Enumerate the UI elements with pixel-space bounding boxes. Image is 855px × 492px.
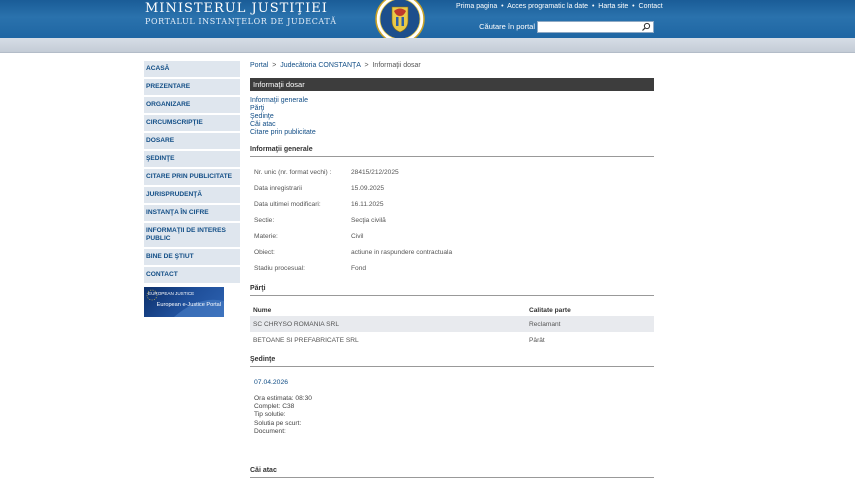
- section-heading-parti: Părţi: [250, 285, 654, 296]
- sedinta-tip-solutie: Tip solutie:: [254, 411, 286, 419]
- link-separator: •: [590, 3, 597, 10]
- section-anchors: Informaţii generale Părţi Şedinţe Căi at…: [250, 97, 654, 137]
- menu-item-circumscriptie[interactable]: CIRCUMSCRIPŢIE: [144, 115, 240, 131]
- link-prima-pagina[interactable]: Prima pagina: [456, 3, 497, 10]
- breadcrumb-court[interactable]: Judecătoria CONSTANŢA: [280, 62, 360, 69]
- info-value: Secţia civilă: [351, 216, 386, 224]
- menu-item-citare[interactable]: CITARE PRIN PUBLICITATE: [144, 169, 240, 185]
- search-label: Căutare în portal: [479, 22, 535, 31]
- section-heading-cai-atac: Căi atac: [250, 467, 654, 479]
- table-header: Nume Calitate parte: [250, 304, 654, 316]
- link-contact[interactable]: Contact: [639, 3, 663, 10]
- info-row: Nr. unic (nr. format vechi) : 28415/212/…: [250, 164, 654, 180]
- sedinta-complet: Complet: C38: [254, 403, 295, 411]
- breadcrumb-separator: >: [270, 62, 279, 69]
- site-subtitle: PORTALUL INSTANŢELOR DE JUDECATĂ: [145, 17, 337, 26]
- search-icon[interactable]: [641, 22, 651, 32]
- breadcrumb: Portal > Judecătoria CONSTANŢA > Informa…: [250, 62, 654, 72]
- main-menu: ACASĂ PREZENTARE ORGANIZARE CIRCUMSCRIPŢ…: [144, 61, 240, 285]
- menu-item-instanta-in-cifre[interactable]: INSTANŢA ÎN CIFRE: [144, 205, 240, 221]
- info-label: Nr. unic (nr. format vechi) :: [254, 168, 332, 176]
- sedinta-details: Ora estimata: 08:30 Complet: C38 Tip sol…: [250, 395, 654, 436]
- page-title: Informaţii dosar: [250, 78, 654, 91]
- menu-item-informatii-interes-public[interactable]: INFORMAŢII DE INTERES PUBLIC: [144, 223, 240, 247]
- link-acces-programatic[interactable]: Acces programatic la date: [507, 3, 588, 10]
- menu-item-contact[interactable]: CONTACT: [144, 267, 240, 283]
- anchor-cai-atac[interactable]: Căi atac: [250, 121, 654, 129]
- anchor-parti[interactable]: Părţi: [250, 105, 654, 113]
- info-value: actiune in raspundere contractuala: [351, 248, 453, 256]
- breadcrumb-separator: >: [362, 62, 371, 69]
- sedinta-ora: Ora estimata: 08:30: [254, 395, 312, 402]
- ejustice-label-top: EUROPEAN JUSTICE: [148, 291, 195, 296]
- site-title[interactable]: MINISTERUL JUSTIŢIEI: [145, 1, 328, 16]
- info-row: Data inregistrarii 15.09.2025: [250, 180, 654, 196]
- info-label: Sectie:: [254, 216, 275, 224]
- info-table: Nr. unic (nr. format vechi) : 28415/212/…: [250, 164, 654, 276]
- column-header-calitate: Calitate parte: [529, 306, 571, 314]
- info-label: Data inregistrarii: [254, 184, 303, 192]
- main-content: Portal > Judecătoria CONSTANŢA > Informa…: [250, 62, 654, 479]
- sedinta-solutie: Solutia pe scurt:: [254, 419, 302, 427]
- breadcrumb-current: Informaţii dosar: [372, 62, 421, 69]
- anchor-informatii-generale[interactable]: Informaţii generale: [250, 97, 654, 105]
- table-row: BETOANE SI PREFABRICATE SRL Pârât: [250, 332, 654, 348]
- anchor-citare[interactable]: Citare prin publicitate: [250, 129, 654, 137]
- column-header-nume: Nume: [253, 306, 272, 314]
- breadcrumb-portal[interactable]: Portal: [250, 62, 268, 69]
- party-name: SC CHRYSO ROMANIA SRL: [253, 320, 339, 328]
- menu-item-sedinte[interactable]: ŞEDINŢE: [144, 151, 240, 167]
- info-value: 16.11.2025: [351, 200, 384, 208]
- menu-item-dosare[interactable]: DOSARE: [144, 133, 240, 149]
- sedinta-date: 07.04.2026: [254, 379, 289, 386]
- info-value: Civil: [351, 232, 364, 240]
- ejustice-portal-banner[interactable]: EUROPEAN JUSTICE European e-Justice Port…: [144, 287, 224, 317]
- anchor-sedinte[interactable]: Şedinţe: [250, 113, 654, 121]
- info-row: Obiect: actiune in raspundere contractua…: [250, 244, 654, 260]
- info-label: Stadiu procesual:: [254, 264, 305, 272]
- link-harta-site[interactable]: Harta site: [598, 3, 628, 10]
- info-row: Materie: Civil: [250, 228, 654, 244]
- table-row: SC CHRYSO ROMANIA SRL Reclamant: [250, 316, 654, 332]
- menu-item-organizare[interactable]: ORGANIZARE: [144, 97, 240, 113]
- party-role: Pârât: [529, 336, 545, 344]
- search-input[interactable]: [537, 21, 654, 33]
- menu-item-jurisprudenta[interactable]: JURISPRUDENŢĂ: [144, 187, 240, 203]
- link-separator: •: [630, 3, 637, 10]
- menu-item-bine-de-stiut[interactable]: BINE DE ŞTIUT: [144, 249, 240, 265]
- link-separator: •: [499, 3, 506, 10]
- menu-item-acasa[interactable]: ACASĂ: [144, 61, 240, 77]
- info-label: Materie:: [254, 232, 278, 240]
- header-stripe: [0, 38, 855, 53]
- ejustice-label: European e-Justice Portal: [156, 302, 221, 308]
- section-heading-sedinte: Şedinţe: [250, 356, 654, 367]
- site-header: MINISTERUL JUSTIŢIEI PORTALUL INSTANŢELO…: [0, 0, 855, 44]
- info-row: Sectie: Secţia civilă: [250, 212, 654, 228]
- sedinta-document: Document:: [254, 427, 286, 435]
- info-label: Obiect:: [254, 248, 275, 256]
- info-label: Data ultimei modificari:: [254, 200, 321, 208]
- info-value: 15.09.2025: [351, 184, 385, 192]
- parti-table: Nume Calitate parte SC CHRYSO ROMANIA SR…: [250, 304, 654, 348]
- info-row: Stadiu procesual: Fond: [250, 260, 654, 276]
- party-name: BETOANE SI PREFABRICATE SRL: [253, 336, 359, 344]
- info-value: 28415/212/2025: [351, 168, 399, 176]
- party-role: Reclamant: [529, 320, 561, 328]
- top-links: Prima pagina • Acces programatic la date…: [456, 3, 663, 10]
- menu-item-prezentare[interactable]: PREZENTARE: [144, 79, 240, 95]
- info-value: Fond: [351, 264, 367, 272]
- info-row: Data ultimei modificari: 16.11.2025: [250, 196, 654, 212]
- section-heading-informatii-generale: Informaţii generale: [250, 146, 654, 157]
